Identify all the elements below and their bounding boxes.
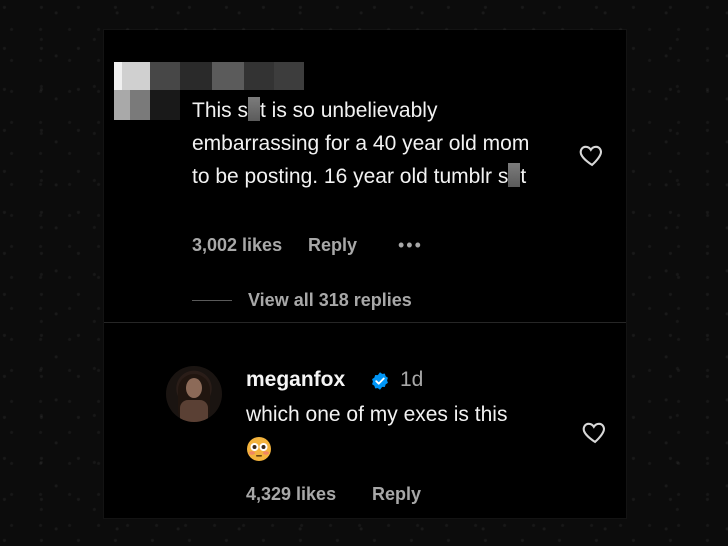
reply-text: which one of my exes is this bbox=[246, 403, 508, 426]
censor-bar bbox=[508, 163, 521, 187]
comment-likes[interactable]: 3,002 likes bbox=[192, 235, 282, 256]
comments-panel: This st is so unbelievably embarrassing … bbox=[104, 30, 626, 518]
reply-likes[interactable]: 4,329 likes bbox=[246, 484, 336, 505]
censor-bar bbox=[248, 97, 261, 121]
comment-reply-button[interactable]: Reply bbox=[308, 235, 357, 256]
comment-text: This st is so unbelievably embarrassing … bbox=[192, 97, 530, 188]
heart-icon[interactable] bbox=[581, 418, 609, 446]
divider bbox=[104, 322, 626, 323]
heart-icon[interactable] bbox=[578, 141, 606, 169]
verified-badge-icon bbox=[372, 372, 388, 390]
view-replies-line bbox=[192, 300, 232, 301]
flushed-face-emoji bbox=[247, 437, 271, 461]
view-all-replies-link[interactable]: View all 318 replies bbox=[248, 290, 412, 311]
avatar[interactable] bbox=[166, 366, 222, 422]
reply-timestamp: 1d bbox=[400, 368, 424, 391]
more-options-icon[interactable]: ••• bbox=[398, 235, 423, 256]
reply-reply-button[interactable]: Reply bbox=[372, 484, 421, 505]
reply-username[interactable]: meganfox bbox=[246, 368, 345, 392]
